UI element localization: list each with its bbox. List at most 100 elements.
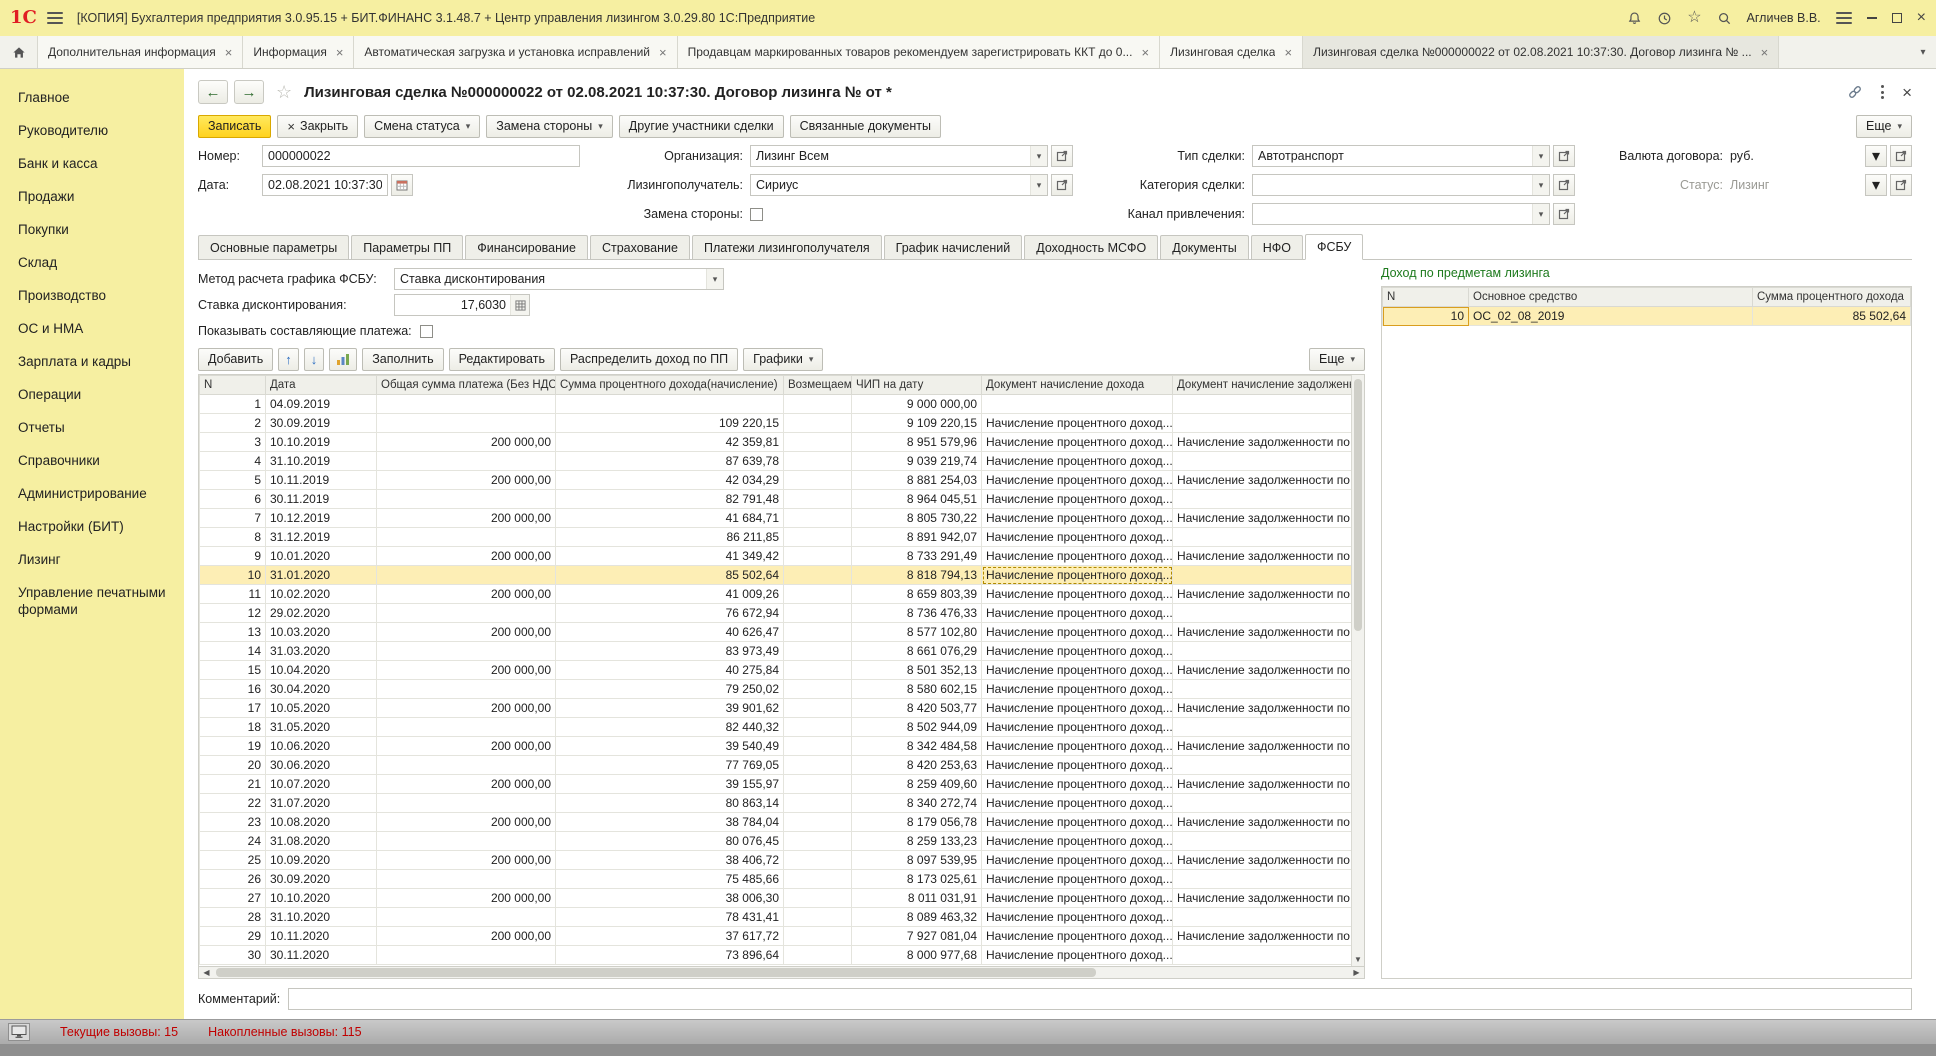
- cell[interactable]: 37 617,72: [556, 927, 784, 946]
- cell[interactable]: 73 896,64: [556, 946, 784, 965]
- cell[interactable]: 3: [200, 433, 266, 452]
- number-input[interactable]: [262, 145, 580, 167]
- cell[interactable]: 20: [200, 756, 266, 775]
- cell[interactable]: Начисление задолженности по дог...: [1173, 433, 1352, 452]
- cell[interactable]: [377, 642, 556, 661]
- cell[interactable]: 200 000,00: [377, 661, 556, 680]
- browser-tab[interactable]: Лизинговая сделка×: [1160, 36, 1303, 68]
- cell[interactable]: Начисление процентного доход...: [982, 547, 1173, 566]
- sidebar-item[interactable]: Руководителю: [0, 114, 184, 147]
- column-header[interactable]: ЧИП на дату: [852, 376, 982, 395]
- cell[interactable]: 77 769,05: [556, 756, 784, 775]
- cell[interactable]: 31.05.2020: [266, 718, 377, 737]
- cell[interactable]: Начисление процентного доход...: [982, 775, 1173, 794]
- cell[interactable]: [784, 623, 852, 642]
- cell[interactable]: 30.04.2020: [266, 680, 377, 699]
- cell[interactable]: 200 000,00: [377, 737, 556, 756]
- save-button[interactable]: Записать: [198, 115, 271, 138]
- calls-monitor-icon[interactable]: [8, 1023, 30, 1041]
- cell[interactable]: [377, 718, 556, 737]
- cell[interactable]: 10.04.2020: [266, 661, 377, 680]
- cell[interactable]: 80 863,14: [556, 794, 784, 813]
- status-open-button[interactable]: [1890, 174, 1912, 196]
- cell[interactable]: 29: [200, 927, 266, 946]
- table-row[interactable]: 3030.11.202073 896,648 000 977,68Начисле…: [200, 946, 1352, 965]
- cell[interactable]: [1173, 946, 1352, 965]
- table-row[interactable]: 230.09.2019109 220,159 109 220,15Начисле…: [200, 414, 1352, 433]
- cell[interactable]: 200 000,00: [377, 585, 556, 604]
- cell[interactable]: 8 420 503,77: [852, 699, 982, 718]
- cell[interactable]: 10.11.2020: [266, 927, 377, 946]
- cell[interactable]: [556, 395, 784, 414]
- cell[interactable]: [784, 680, 852, 699]
- cell[interactable]: [784, 756, 852, 775]
- table-row[interactable]: 1110.02.2020200 000,0041 009,268 659 803…: [200, 585, 1352, 604]
- cell[interactable]: 8 340 272,74: [852, 794, 982, 813]
- column-header[interactable]: Сумма процентного дохода(начисление): [556, 376, 784, 395]
- doc-tab[interactable]: Параметры ПП: [351, 235, 463, 259]
- cell[interactable]: Начисление процентного доход...: [982, 528, 1173, 547]
- cell[interactable]: 41 684,71: [556, 509, 784, 528]
- cell[interactable]: 41 349,42: [556, 547, 784, 566]
- cell[interactable]: 31.10.2019: [266, 452, 377, 471]
- cell[interactable]: [784, 870, 852, 889]
- cell[interactable]: 8 659 803,39: [852, 585, 982, 604]
- column-header[interactable]: Возмещаемые...: [784, 376, 852, 395]
- organization-open-button[interactable]: [1051, 145, 1073, 167]
- other-participants-button[interactable]: Другие участники сделки: [619, 115, 784, 138]
- cell[interactable]: 200 000,00: [377, 509, 556, 528]
- forward-button[interactable]: →: [234, 80, 264, 104]
- cell[interactable]: [1173, 642, 1352, 661]
- date-input[interactable]: [262, 174, 388, 196]
- cell[interactable]: [1173, 718, 1352, 737]
- chart-button[interactable]: [329, 348, 357, 371]
- cell[interactable]: [377, 452, 556, 471]
- cell[interactable]: 27: [200, 889, 266, 908]
- cell[interactable]: [784, 851, 852, 870]
- browser-tab[interactable]: Информация×: [243, 36, 354, 68]
- cell[interactable]: 7: [200, 509, 266, 528]
- sidebar-item[interactable]: Справочники: [0, 444, 184, 477]
- cell[interactable]: Начисление задолженности по дог...: [1173, 699, 1352, 718]
- cell[interactable]: Начисление процентного доход...: [982, 566, 1173, 585]
- cell[interactable]: [784, 889, 852, 908]
- cell[interactable]: 200 000,00: [377, 813, 556, 832]
- cell[interactable]: [784, 395, 852, 414]
- cell[interactable]: 5: [200, 471, 266, 490]
- cell[interactable]: 82 440,32: [556, 718, 784, 737]
- cell[interactable]: Начисление задолженности по дог...: [1173, 661, 1352, 680]
- cell[interactable]: ОС_02_08_2019: [1469, 307, 1753, 326]
- cell[interactable]: [784, 471, 852, 490]
- cell[interactable]: 26: [200, 870, 266, 889]
- doc-tab[interactable]: Основные параметры: [198, 235, 349, 259]
- cell[interactable]: [784, 661, 852, 680]
- cell[interactable]: [784, 528, 852, 547]
- cell[interactable]: 21: [200, 775, 266, 794]
- tab-close-icon[interactable]: ×: [1284, 46, 1292, 59]
- cell[interactable]: 200 000,00: [377, 927, 556, 946]
- cell[interactable]: 30.11.2019: [266, 490, 377, 509]
- notifications-bell-icon[interactable]: [1627, 11, 1642, 26]
- tab-close-icon[interactable]: ×: [1761, 46, 1769, 59]
- doc-tab[interactable]: Страхование: [590, 235, 690, 259]
- tab-close-icon[interactable]: ×: [659, 46, 667, 59]
- charts-menu-button[interactable]: Графики▾: [743, 348, 823, 371]
- table-row[interactable]: 2910.11.2020200 000,0037 617,727 927 081…: [200, 927, 1352, 946]
- table-row[interactable]: 1510.04.2020200 000,0040 275,848 501 352…: [200, 661, 1352, 680]
- cell[interactable]: [784, 718, 852, 737]
- cell[interactable]: 40 626,47: [556, 623, 784, 642]
- cell[interactable]: 10.07.2020: [266, 775, 377, 794]
- table-row[interactable]: 1630.04.202079 250,028 580 602,15Начисле…: [200, 680, 1352, 699]
- cell[interactable]: [377, 794, 556, 813]
- doc-tab[interactable]: Платежи лизингополучателя: [692, 235, 882, 259]
- browser-tab[interactable]: Лизинговая сделка №000000022 от 02.08.20…: [1303, 36, 1779, 68]
- vertical-scrollbar-thumb[interactable]: [1354, 379, 1362, 631]
- horizontal-scrollbar-thumb[interactable]: [216, 968, 1096, 977]
- cell[interactable]: Начисление процентного доход...: [982, 433, 1173, 452]
- cell[interactable]: 8 342 484,58: [852, 737, 982, 756]
- cell[interactable]: Начисление процентного доход...: [982, 623, 1173, 642]
- cell[interactable]: 41 009,26: [556, 585, 784, 604]
- edit-button[interactable]: Редактировать: [449, 348, 555, 371]
- deal-type-combo[interactable]: Автотранспорт▾: [1252, 145, 1550, 167]
- table-row[interactable]: 2231.07.202080 863,148 340 272,74Начисле…: [200, 794, 1352, 813]
